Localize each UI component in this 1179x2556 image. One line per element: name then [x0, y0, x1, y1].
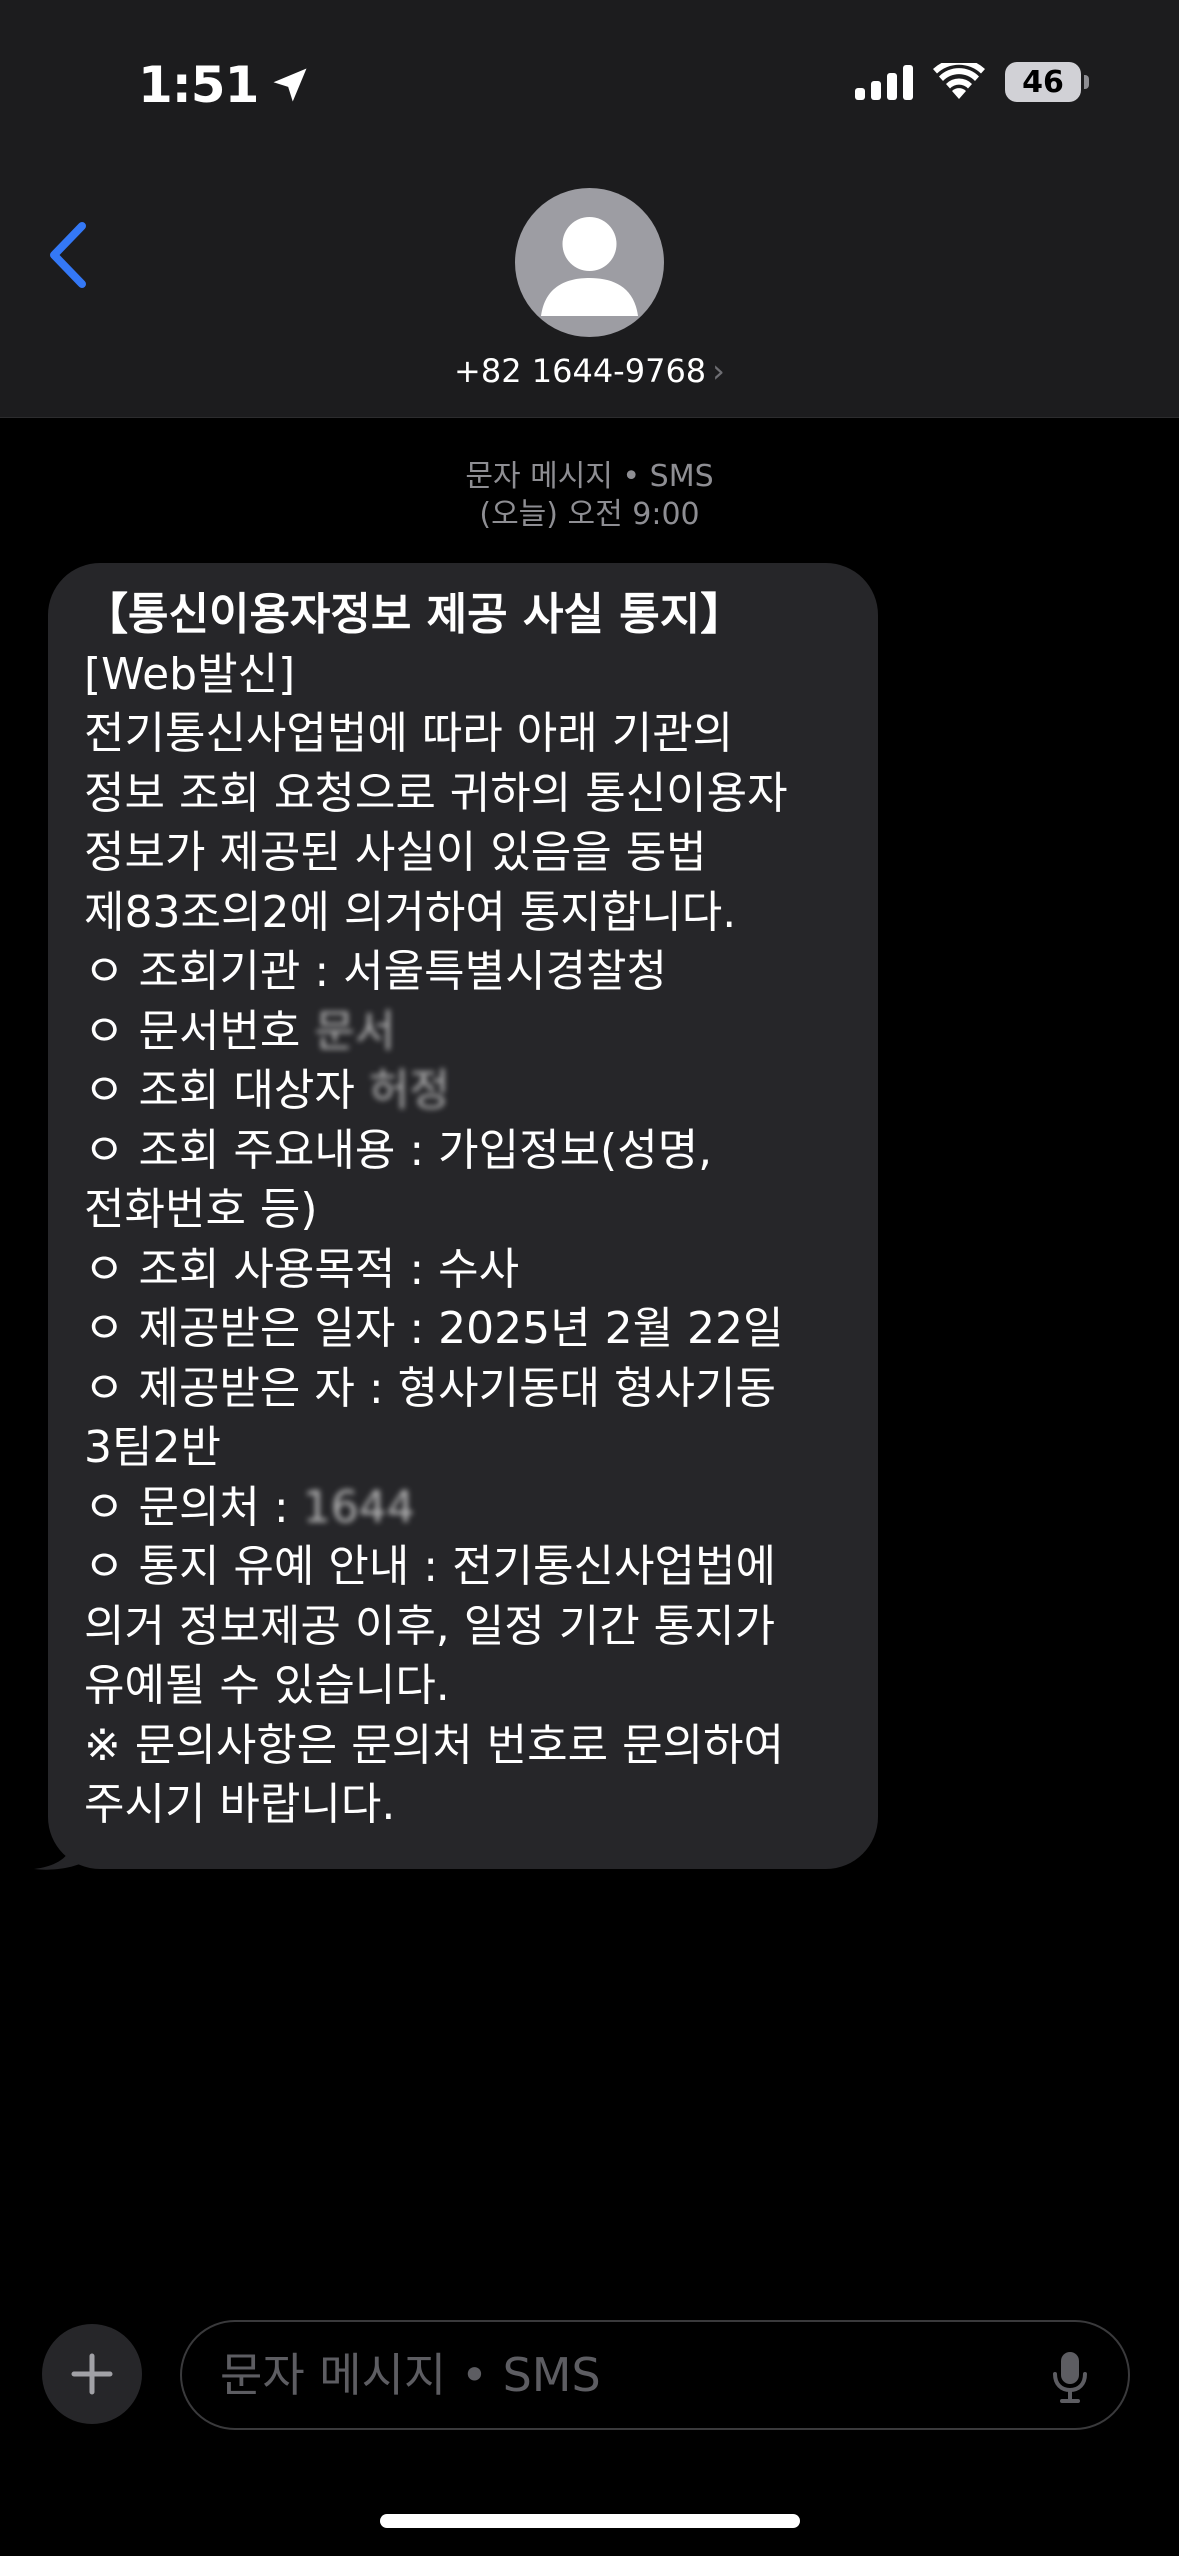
message-line-label: ㅇ 조회 대상자	[84, 1065, 355, 1116]
redacted-text: 문서	[314, 1005, 396, 1057]
message-input-placeholder: 문자 메시지 • SMS	[220, 2348, 601, 2402]
message-line: ㅇ 제공받은 일자 : 2025년 2월 22일	[84, 1303, 784, 1354]
status-time-group: 1:51	[138, 56, 312, 114]
message-line: 주시기 바랍니다.	[84, 1779, 396, 1830]
message-line-redacted: ㅇ 조회 대상자 허정	[84, 1061, 842, 1121]
message-line: ㅇ 조회기관 : 서울특별시경찰청	[84, 946, 668, 997]
message-line-label: ㅇ 문서번호	[84, 1005, 301, 1057]
message-timestamp: (오늘) 오전 9:00	[479, 497, 700, 532]
battery-level: 46	[1022, 64, 1064, 100]
message-line: 전화번호 등)	[84, 1184, 318, 1235]
message-line: 의거 정보제공 이후, 일정 기간 통지가	[84, 1600, 776, 1652]
message-line: 유예될 수 있습니다.	[84, 1660, 450, 1711]
microphone-icon[interactable]	[1052, 2350, 1088, 2404]
wifi-icon	[933, 63, 985, 99]
received-message-bubble[interactable]: 【통신이용자정보 제공 사실 통지】 [Web발신] 전기통신사업법에 따라 아…	[48, 563, 878, 1869]
status-indicators: 46	[855, 62, 1089, 102]
battery-icon: 46	[1005, 62, 1089, 102]
message-line: 3팀2반	[84, 1422, 221, 1473]
status-time: 1:51	[138, 56, 259, 114]
message-line: ㅇ 조회 사용목적 : 수사	[84, 1243, 520, 1295]
location-arrow-icon	[273, 68, 307, 102]
message-line: 【통신이용자정보 제공 사실 통지】	[84, 589, 745, 640]
message-line-label: ㅇ 문의처 :	[84, 1481, 289, 1533]
conversation-header: 1:51 46 +82 1644-9768 ›	[0, 0, 1179, 418]
plus-icon	[71, 2353, 113, 2395]
message-line: 제83조의2에 의거하여 통지합니다.	[84, 886, 737, 938]
add-attachment-button[interactable]	[42, 2324, 142, 2424]
contact-number: +82 1644-9768	[454, 352, 707, 390]
contact-avatar-icon[interactable]	[515, 188, 664, 337]
message-meta: 문자 메시지 • SMS (오늘) 오전 9:00	[0, 458, 1179, 534]
message-line: ㅇ 통지 유예 안내 : 전기통신사업법에	[84, 1541, 776, 1592]
message-channel: 문자 메시지 • SMS	[465, 459, 714, 494]
back-chevron-icon[interactable]	[44, 220, 92, 290]
messages-screen: 1:51 46 +82 1644-9768 › 문자 메시지 • SMS (오늘…	[0, 0, 1179, 2556]
message-line: [Web발신]	[84, 648, 296, 700]
message-line: 정보 조회 요청으로 귀하의 통신이용자	[84, 767, 788, 819]
message-line: ㅇ 조회 주요내용 : 가입정보(성명,	[84, 1124, 713, 1176]
redacted-text: 허정	[368, 1065, 450, 1116]
contact-name-button[interactable]: +82 1644-9768 ›	[0, 352, 1179, 390]
contact-chevron-icon: ›	[712, 352, 725, 390]
message-line: 정보가 제공된 사실이 있음을 동법	[84, 827, 707, 878]
message-line: ㅇ 제공받은 자 : 형사기동대 형사기동	[84, 1362, 776, 1414]
message-line-redacted: ㅇ 문서번호 문서	[84, 1002, 842, 1062]
message-input[interactable]: 문자 메시지 • SMS	[180, 2320, 1130, 2430]
message-line: ※ 문의사항은 문의처 번호로 문의하여	[84, 1719, 785, 1771]
cellular-signal-icon	[855, 64, 913, 100]
redacted-text: 1644	[302, 1481, 415, 1533]
message-line: 전기통신사업법에 따라 아래 기관의	[84, 708, 734, 759]
home-indicator[interactable]	[380, 2514, 800, 2528]
message-line-redacted: ㅇ 문의처 : 1644	[84, 1478, 842, 1538]
